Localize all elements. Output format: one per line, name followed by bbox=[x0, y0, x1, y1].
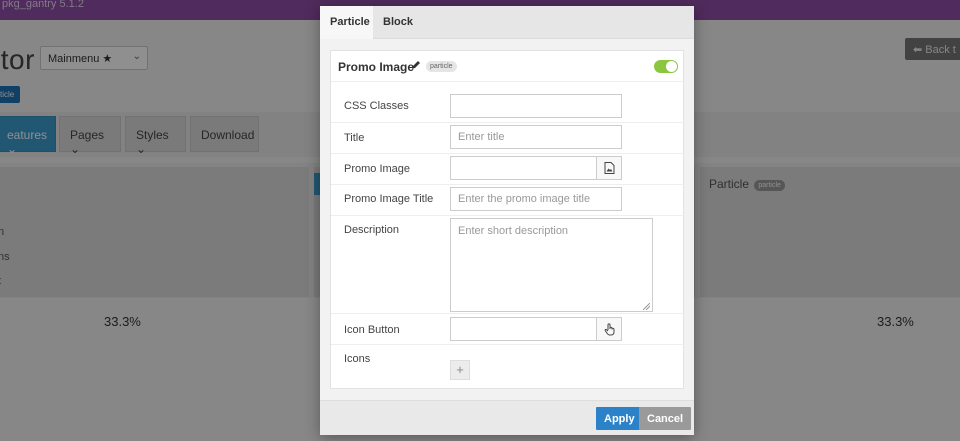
modal-footer: Apply Cancel bbox=[320, 400, 694, 435]
icon-button-input[interactable] bbox=[450, 317, 597, 341]
panel-header: Promo Image particle bbox=[331, 51, 683, 82]
image-file-icon bbox=[604, 162, 615, 174]
description-label: Description bbox=[344, 224, 400, 236]
field-row-css-classes: CSS Classes bbox=[331, 92, 685, 123]
css-classes-label: CSS Classes bbox=[344, 100, 409, 112]
field-row-icon-button: Icon Button bbox=[331, 314, 685, 345]
particle-settings-modal: Particle Block Promo Image particle CSS … bbox=[320, 6, 694, 435]
tab-block[interactable]: Block bbox=[373, 6, 419, 39]
title-input[interactable] bbox=[450, 125, 622, 149]
description-textarea[interactable] bbox=[450, 218, 653, 312]
particle-title[interactable]: Promo Image bbox=[338, 60, 414, 74]
hand-pointer-icon bbox=[604, 323, 615, 336]
toggle-knob bbox=[666, 61, 677, 72]
add-icon-button[interactable]: + bbox=[450, 360, 470, 380]
tab-particle[interactable]: Particle bbox=[320, 6, 373, 39]
icon-picker-button[interactable] bbox=[596, 317, 622, 341]
field-row-title: Title bbox=[331, 123, 685, 154]
icons-label: Icons bbox=[344, 353, 371, 365]
enabled-toggle[interactable] bbox=[654, 60, 678, 73]
apply-button[interactable]: Apply bbox=[596, 407, 643, 430]
resize-handle-icon[interactable] bbox=[643, 303, 650, 310]
promo-image-label: Promo Image bbox=[344, 163, 411, 175]
field-row-promo-image-title: Promo Image Title bbox=[331, 185, 685, 216]
promo-image-input[interactable] bbox=[450, 156, 597, 180]
field-row-icons: Icons + bbox=[331, 345, 685, 389]
field-row-promo-image: Promo Image bbox=[331, 154, 685, 185]
promo-image-title-input[interactable] bbox=[450, 187, 622, 211]
modal-tabs: Particle Block bbox=[320, 6, 694, 39]
css-classes-input[interactable] bbox=[450, 94, 622, 118]
pencil-icon[interactable] bbox=[411, 60, 421, 70]
particle-panel: Promo Image particle CSS Classes Title P… bbox=[330, 50, 685, 389]
cancel-button[interactable]: Cancel bbox=[639, 407, 692, 430]
field-row-description: Description bbox=[331, 216, 685, 314]
particle-type-badge: particle bbox=[426, 61, 457, 72]
image-picker-button[interactable] bbox=[596, 156, 622, 180]
title-label: Title bbox=[344, 132, 365, 144]
icon-button-label: Icon Button bbox=[344, 324, 400, 336]
promo-image-title-label: Promo Image Title bbox=[344, 193, 434, 205]
